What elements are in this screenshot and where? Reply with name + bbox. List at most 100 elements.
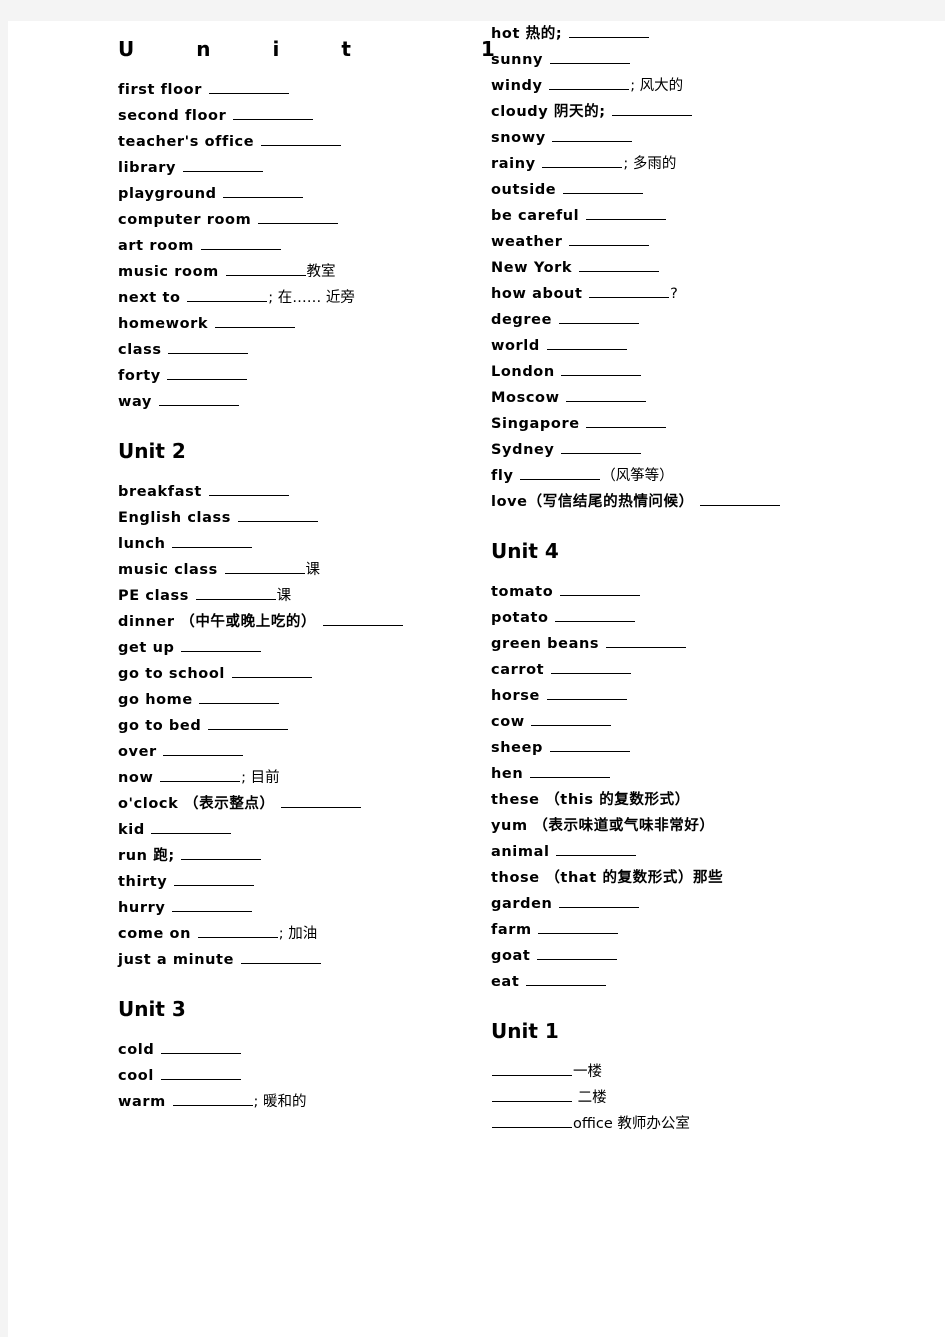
answer-blank[interactable] [237, 509, 318, 522]
answer-blank[interactable] [257, 211, 338, 224]
answer-blank[interactable] [538, 921, 619, 934]
answer-blank[interactable] [224, 561, 305, 574]
answer-blank[interactable] [181, 639, 262, 652]
answer-blank[interactable] [549, 739, 630, 752]
answer-blank[interactable] [182, 159, 263, 172]
unit-heading: Unit 3 [118, 997, 186, 1021]
vocabulary-entry: sheep [491, 735, 911, 761]
entry-term: o'clock （表示整点） [118, 796, 275, 812]
answer-blank[interactable] [163, 743, 244, 756]
answer-blank[interactable] [167, 367, 248, 380]
answer-blank[interactable] [208, 483, 289, 496]
answer-blank[interactable] [550, 661, 631, 674]
answer-blank[interactable] [181, 847, 262, 860]
vocabulary-entry: fly （风筝等） [491, 463, 911, 489]
entry-term: go to school [118, 666, 225, 682]
heading-spacer [118, 1019, 538, 1037]
answer-blank[interactable] [200, 237, 281, 250]
vocabulary-entry: go to bed [118, 713, 538, 739]
answer-blank[interactable] [208, 81, 289, 94]
answer-blank[interactable] [546, 337, 627, 350]
answer-blank[interactable] [585, 207, 666, 220]
entry-term: go home [118, 692, 193, 708]
answer-blank[interactable] [199, 691, 280, 704]
answer-blank[interactable] [151, 821, 232, 834]
answer-blank[interactable] [569, 233, 650, 246]
answer-blank[interactable] [589, 285, 670, 298]
answer-blank[interactable] [223, 185, 304, 198]
answer-blank[interactable] [232, 107, 313, 120]
entry-term: Moscow [491, 390, 560, 406]
answer-blank[interactable] [281, 795, 362, 808]
answer-blank[interactable] [605, 635, 686, 648]
answer-blank[interactable] [612, 103, 693, 116]
answer-blank[interactable] [559, 895, 640, 908]
answer-blank[interactable] [526, 973, 607, 986]
answer-blank[interactable] [231, 665, 312, 678]
vocabulary-entry: go to school [118, 661, 538, 687]
entry-term: be careful [491, 208, 580, 224]
entry-term: next to [118, 290, 181, 306]
answer-blank[interactable] [492, 1063, 572, 1076]
entry-term: over [118, 744, 157, 760]
answer-blank[interactable] [225, 263, 306, 276]
answer-blank[interactable] [187, 289, 268, 302]
entry-term: class [118, 342, 162, 358]
answer-blank[interactable] [561, 441, 642, 454]
answer-blank[interactable] [240, 951, 321, 964]
vocabulary-entry: computer room [118, 207, 538, 233]
answer-blank[interactable] [568, 25, 649, 38]
vocabulary-entry: dinner （中午或晚上吃的） [118, 609, 538, 635]
answer-blank[interactable] [168, 341, 249, 354]
entry-term: outside [491, 182, 557, 198]
vocabulary-entry: love（写信结尾的热情问候） [491, 489, 911, 515]
answer-blank[interactable] [537, 947, 618, 960]
vocabulary-entry: way [118, 389, 538, 415]
entry-annotation: （风筝等） [601, 468, 674, 484]
answer-blank[interactable] [174, 873, 255, 886]
answer-blank[interactable] [558, 311, 639, 324]
vocabulary-entry: run 跑; [118, 843, 538, 869]
answer-blank[interactable] [158, 393, 239, 406]
answer-blank[interactable] [529, 765, 610, 778]
vocabulary-entry: over [118, 739, 538, 765]
answer-blank[interactable] [520, 467, 601, 480]
answer-blank[interactable] [556, 843, 637, 856]
answer-blank[interactable] [160, 1041, 241, 1054]
answer-blank[interactable] [555, 609, 636, 622]
entry-term: second floor [118, 108, 227, 124]
answer-blank[interactable] [586, 415, 667, 428]
entry-term: cool [118, 1068, 154, 1084]
answer-blank[interactable] [214, 315, 295, 328]
entry-term: world [491, 338, 540, 354]
answer-blank[interactable] [172, 535, 253, 548]
answer-blank[interactable] [578, 259, 659, 272]
answer-blank[interactable] [552, 129, 633, 142]
vocabulary-entry: eat [491, 969, 911, 995]
vocabulary-entry: Singapore [491, 411, 911, 437]
answer-blank[interactable] [559, 583, 640, 596]
answer-blank[interactable] [492, 1115, 572, 1128]
answer-blank[interactable] [566, 389, 647, 402]
answer-blank[interactable] [207, 717, 288, 730]
answer-blank[interactable] [172, 1093, 253, 1106]
answer-blank[interactable] [197, 925, 278, 938]
answer-blank[interactable] [160, 769, 241, 782]
answer-blank[interactable] [492, 1089, 572, 1102]
answer-blank[interactable] [546, 687, 627, 700]
answer-blank[interactable] [260, 133, 341, 146]
answer-blank[interactable] [549, 51, 630, 64]
answer-blank[interactable] [531, 713, 612, 726]
answer-blank[interactable] [700, 493, 781, 506]
answer-blank[interactable] [549, 77, 630, 90]
answer-blank[interactable] [160, 1067, 241, 1080]
vocabulary-entry: English class [118, 505, 538, 531]
answer-blank[interactable] [542, 155, 623, 168]
vocabulary-entry: teacher's office [118, 129, 538, 155]
answer-blank[interactable] [322, 613, 403, 626]
answer-blank[interactable] [195, 587, 276, 600]
answer-blank[interactable] [562, 181, 643, 194]
answer-blank[interactable] [172, 899, 253, 912]
answer-blank[interactable] [561, 363, 642, 376]
entry-term: Singapore [491, 416, 580, 432]
